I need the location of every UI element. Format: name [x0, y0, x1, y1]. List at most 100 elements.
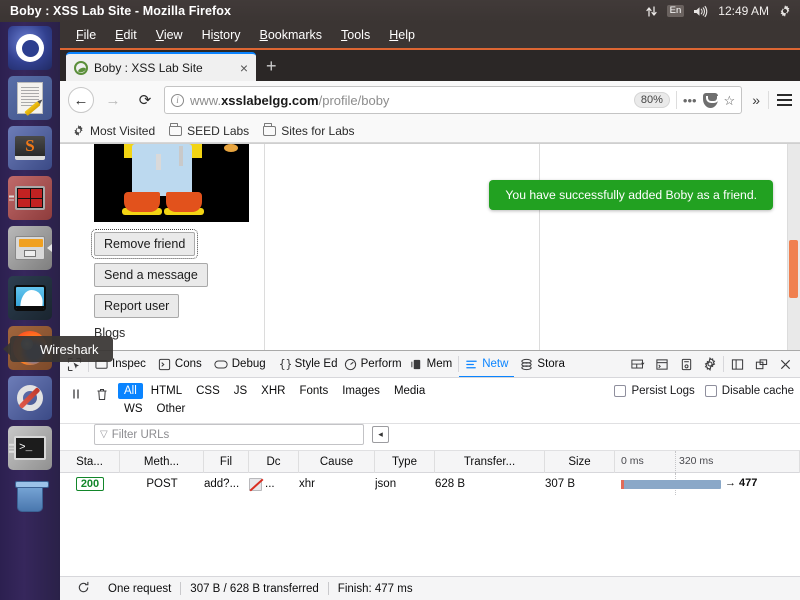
filter-chip-media[interactable]: Media	[388, 383, 431, 399]
gear-icon	[74, 125, 83, 136]
tab-close-icon[interactable]: ×	[240, 61, 248, 75]
report-user-button[interactable]: Report user	[94, 294, 180, 318]
reload-button[interactable]: ⟳	[132, 87, 158, 113]
pocket-icon[interactable]	[702, 92, 719, 108]
devtools-tab-debugger[interactable]: Debug	[208, 351, 272, 377]
keyboard-layout-indicator[interactable]: En	[666, 4, 685, 18]
devtools-tab-console[interactable]: Cons	[152, 351, 208, 377]
url-bar[interactable]: i www.xsslabelgg.com/profile/boby 80% ••…	[164, 86, 743, 114]
dock-separate-window-icon[interactable]	[750, 353, 772, 375]
launcher-item-sublime-text[interactable]: S	[8, 126, 52, 170]
launcher-item-terminal[interactable]: >_	[8, 426, 52, 470]
filter-chip-js[interactable]: JS	[228, 383, 253, 399]
launcher-item-wireshark[interactable]	[8, 276, 52, 320]
menu-help[interactable]: Help	[389, 28, 415, 42]
finish-time: Finish: 477 ms	[337, 582, 413, 595]
column-header-file[interactable]: Fil	[204, 451, 249, 473]
toggle-sidebar-icon[interactable]: ◂	[372, 426, 389, 443]
chevron-overflow-icon[interactable]: »	[752, 92, 760, 108]
back-button[interactable]: ←	[68, 87, 94, 113]
column-header-domain[interactable]: Dc	[249, 451, 299, 473]
volume-icon[interactable]	[693, 5, 709, 18]
devtools-tab-bar: Inspec Cons Debug {} Style Ed Perform Me…	[60, 351, 800, 378]
remove-friend-button[interactable]: Remove friend	[90, 229, 199, 259]
menu-bookmarks[interactable]: Bookmarks	[260, 28, 323, 42]
responsive-design-mode-icon[interactable]	[627, 353, 649, 375]
filter-chip-all[interactable]: All	[118, 383, 143, 399]
network-requests-table: Sta... Meth... Fil Dc Cause Type Transfe…	[60, 451, 800, 576]
column-header-status[interactable]: Sta...	[60, 451, 120, 473]
launcher-item-ubuntu-dash[interactable]	[8, 26, 52, 70]
send-a-message-button[interactable]: Send a message	[94, 263, 208, 287]
menu-file[interactable]: File	[76, 28, 96, 42]
clear-icon[interactable]	[92, 384, 112, 404]
filter-chip-css[interactable]: CSS	[190, 383, 226, 399]
column-header-transferred[interactable]: Transfer...	[435, 451, 545, 473]
menu-view[interactable]: View	[156, 28, 183, 42]
devtools-tab-network[interactable]: Netw	[459, 351, 514, 377]
reload-icon[interactable]	[68, 581, 99, 597]
table-row[interactable]: 200 POST add?... ... xhr json 628 B 307 …	[60, 473, 800, 495]
column-header-waterfall[interactable]: 0 ms 320 ms	[615, 451, 800, 473]
launcher-item-trash[interactable]	[8, 476, 52, 520]
settings-gear-icon[interactable]	[699, 353, 721, 375]
bookmark-most-visited[interactable]: Most Visited	[72, 124, 155, 138]
devtools-tab-label: Style Ed	[294, 358, 338, 370]
devtools-tab-memory[interactable]: Mem	[404, 351, 459, 377]
filter-chip-images[interactable]: Images	[336, 383, 386, 399]
bookmark-sites-for-labs[interactable]: Sites for Labs	[263, 123, 355, 138]
forward-button[interactable]: →	[100, 87, 126, 113]
page-scrollbar-thumb[interactable]	[789, 240, 798, 298]
filter-chip-fonts[interactable]: Fonts	[293, 383, 334, 399]
info-icon[interactable]: i	[171, 93, 184, 107]
bookmark-seed-labs[interactable]: SEED Labs	[169, 123, 249, 138]
disable-cache-checkbox[interactable]: Disable cache	[704, 385, 794, 397]
column-header-type[interactable]: Type	[375, 451, 435, 473]
launcher-item-text-editor[interactable]	[8, 76, 52, 120]
debugger-icon	[214, 358, 228, 371]
waterfall-bar	[621, 480, 721, 489]
devtools-tab-performance[interactable]: Perform	[338, 351, 404, 377]
column-header-method[interactable]: Meth...	[120, 451, 204, 473]
url-divider	[675, 91, 677, 109]
waterfall-tick-label: 0 ms	[621, 454, 644, 467]
clock[interactable]: 12:49 AM	[718, 4, 769, 18]
new-tab-button[interactable]: +	[266, 56, 277, 81]
menu-bar: File Edit View History Bookmarks Tools H…	[60, 22, 800, 50]
filter-chip-ws[interactable]: WS	[118, 401, 149, 417]
devtools-tab-style-editor[interactable]: {} Style Ed	[272, 351, 338, 377]
tab-boby-xss-lab-site[interactable]: Boby : XSS Lab Site ×	[66, 52, 256, 81]
network-up-down-icon[interactable]	[645, 5, 658, 18]
system-gear-icon[interactable]	[778, 4, 792, 18]
menu-history[interactable]: History	[202, 28, 241, 42]
launcher-item-system-settings[interactable]	[8, 376, 52, 420]
split-console-icon[interactable]	[651, 353, 673, 375]
persist-logs-checkbox[interactable]: Persist Logs	[614, 385, 695, 397]
zoom-level-indicator[interactable]: 80%	[633, 92, 670, 108]
screenshot-icon[interactable]	[675, 353, 697, 375]
star-icon[interactable]: ☆	[724, 94, 736, 107]
console-icon	[158, 358, 171, 371]
column-header-cause[interactable]: Cause	[299, 451, 375, 473]
filter-chip-html[interactable]: HTML	[145, 383, 188, 399]
bookmarks-toolbar: Most Visited SEED Labs Sites for Labs	[60, 119, 800, 143]
navigation-toolbar: ← → ⟳ i www.xsslabelgg.com/profile/boby …	[60, 81, 800, 119]
menu-edit[interactable]: Edit	[115, 28, 137, 42]
url-filter-input[interactable]: ▽ Filter URLs	[94, 424, 364, 445]
style-editor-icon: {}	[278, 358, 291, 371]
column-header-size[interactable]: Size	[545, 451, 615, 473]
hamburger-menu-icon[interactable]	[777, 94, 792, 106]
devtools-tab-storage[interactable]: Stora	[514, 351, 571, 377]
launcher-item-virtual-machine[interactable]	[8, 176, 52, 220]
developer-tools-panel: Inspec Cons Debug {} Style Ed Perform Me…	[60, 350, 800, 600]
launcher-item-files[interactable]	[8, 226, 52, 270]
network-filter-bar: All HTML CSS JS XHR Fonts Images Media W…	[60, 378, 800, 424]
close-icon[interactable]	[774, 353, 796, 375]
page-actions-icon[interactable]: •••	[683, 93, 697, 108]
filter-chip-other[interactable]: Other	[151, 401, 192, 417]
pause-icon[interactable]	[66, 384, 86, 404]
persist-logs-label: Persist Logs	[631, 385, 695, 397]
menu-tools[interactable]: Tools	[341, 28, 370, 42]
filter-chip-xhr[interactable]: XHR	[255, 383, 291, 399]
dock-side-icon[interactable]	[726, 353, 748, 375]
